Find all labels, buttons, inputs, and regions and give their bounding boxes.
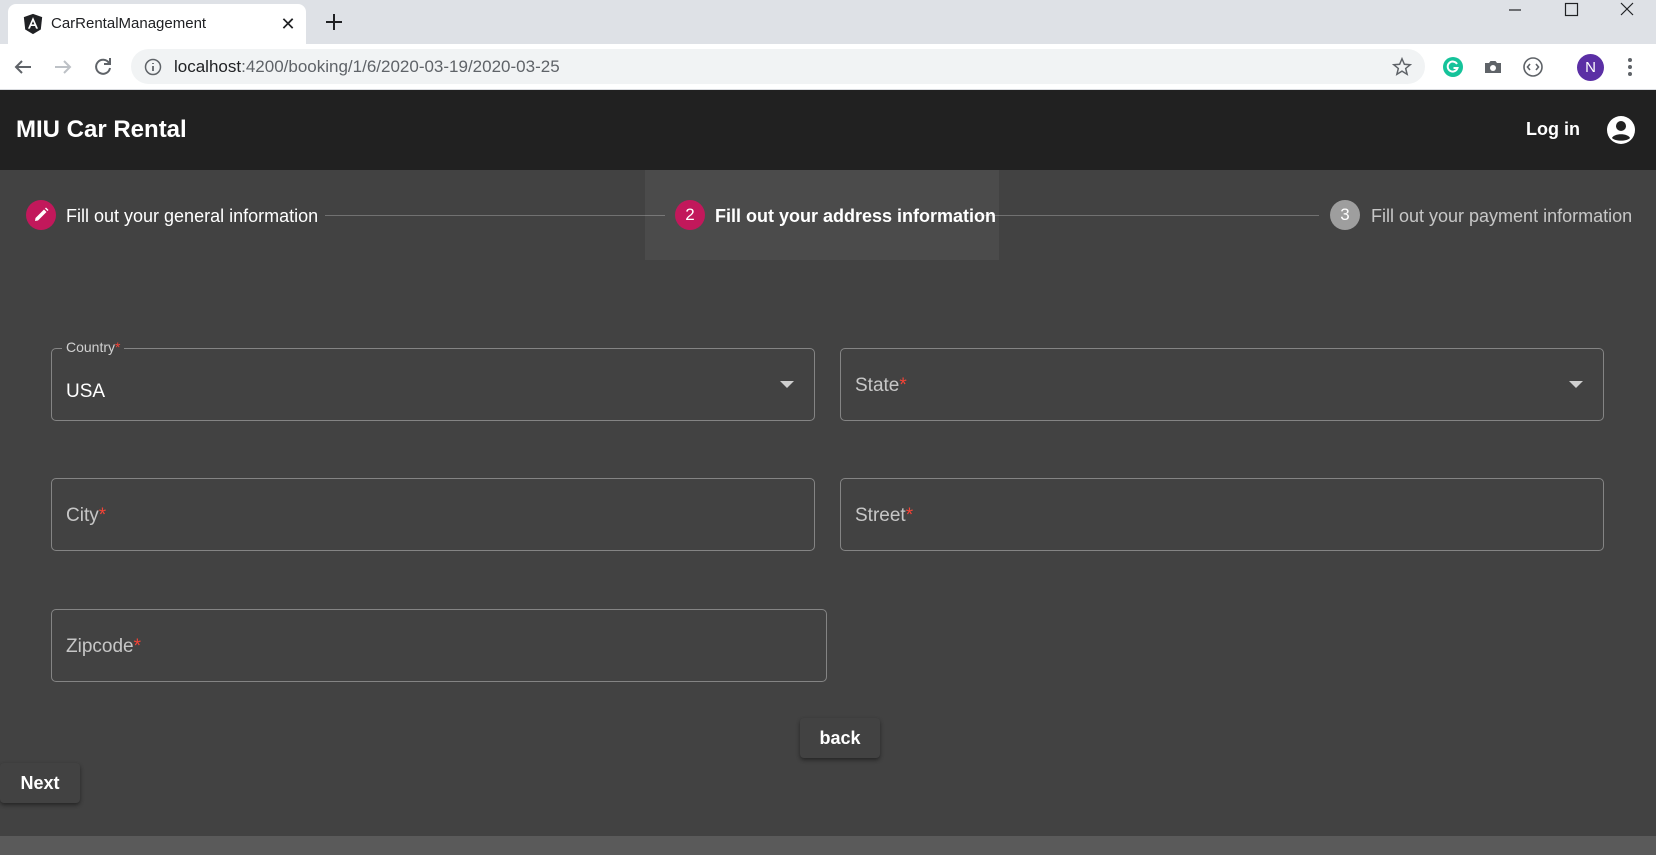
code-extension-icon[interactable]: [1522, 56, 1544, 78]
more-menu-icon[interactable]: [1620, 56, 1640, 78]
login-button[interactable]: Log in: [1526, 119, 1580, 140]
country-select[interactable]: Country* USA: [51, 339, 815, 421]
country-label-text: Country: [66, 339, 116, 355]
step-1-edit-icon[interactable]: [26, 200, 56, 230]
step-2-label[interactable]: Fill out your address information: [715, 206, 996, 227]
required-mark: *: [115, 339, 121, 355]
required-mark: *: [899, 375, 907, 396]
city-label: City*: [66, 505, 106, 527]
app-header: MIU Car Rental Log in: [0, 90, 1656, 170]
country-value: USA: [66, 381, 106, 402]
street-label: Street*: [855, 505, 913, 527]
pencil-icon: [35, 207, 49, 221]
country-label: Country*: [62, 339, 125, 355]
close-window-icon[interactable]: [1604, 0, 1650, 30]
step-3-number[interactable]: 3: [1330, 200, 1360, 230]
required-mark: *: [98, 505, 107, 526]
zipcode-label: Zipcode*: [66, 636, 141, 658]
booking-stepper: Fill out your general information 2 Fill…: [0, 170, 1656, 260]
step-connector-line: [325, 215, 665, 216]
angular-logo-icon: [23, 13, 43, 35]
profile-avatar[interactable]: N: [1577, 54, 1604, 81]
app-title[interactable]: MIU Car Rental: [16, 116, 187, 144]
street-label-text: Street: [855, 505, 906, 526]
browser-tabstrip: CarRentalManagement ✕: [0, 0, 1656, 44]
zipcode-input[interactable]: Zipcode*: [51, 609, 827, 682]
browser-toolbar: localhost:4200/booking/1/6/2020-03-19/20…: [0, 44, 1656, 90]
step-1-label[interactable]: Fill out your general information: [66, 206, 318, 227]
step-2-number[interactable]: 2: [675, 200, 705, 230]
tab-title: CarRentalManagement: [51, 15, 207, 32]
forward-arrow-icon[interactable]: [49, 53, 77, 81]
step-connector-line: [979, 215, 1319, 216]
back-arrow-icon[interactable]: [9, 53, 37, 81]
bookmark-star-icon[interactable]: [1391, 56, 1413, 78]
city-input[interactable]: City*: [51, 478, 815, 551]
state-label-text: State: [855, 375, 900, 396]
state-select[interactable]: State*: [840, 348, 1604, 421]
grammarly-extension-icon[interactable]: [1442, 56, 1464, 78]
next-button[interactable]: Next: [0, 763, 80, 803]
new-tab-icon[interactable]: [320, 8, 348, 36]
maximize-icon[interactable]: [1548, 0, 1594, 30]
back-button[interactable]: back: [800, 718, 880, 758]
required-mark: *: [905, 505, 914, 526]
site-info-icon[interactable]: [144, 58, 162, 76]
camera-extension-icon[interactable]: [1482, 56, 1504, 78]
url-path: :4200/booking/1/6/2020-03-19/2020-03-25: [241, 57, 560, 76]
bottom-strip: [0, 836, 1656, 855]
booking-content: Fill out your general information 2 Fill…: [0, 170, 1656, 836]
minimize-icon[interactable]: [1492, 0, 1538, 30]
browser-tab[interactable]: CarRentalManagement ✕: [8, 4, 306, 44]
street-input[interactable]: Street*: [840, 478, 1604, 551]
account-circle-icon[interactable]: [1606, 115, 1636, 145]
required-mark: *: [133, 636, 142, 657]
close-tab-icon[interactable]: ✕: [276, 12, 300, 36]
dropdown-arrow-icon[interactable]: [1569, 381, 1583, 388]
reload-icon[interactable]: [89, 53, 117, 81]
address-bar[interactable]: localhost:4200/booking/1/6/2020-03-19/20…: [131, 49, 1425, 84]
url-text: localhost:4200/booking/1/6/2020-03-19/20…: [174, 57, 560, 77]
step-3-label[interactable]: Fill out your payment information: [1371, 206, 1632, 227]
city-label-text: City: [66, 505, 99, 526]
url-host: localhost: [174, 57, 242, 76]
zipcode-label-text: Zipcode: [66, 636, 134, 657]
dropdown-arrow-icon[interactable]: [780, 381, 794, 388]
state-label: State*: [855, 375, 907, 397]
